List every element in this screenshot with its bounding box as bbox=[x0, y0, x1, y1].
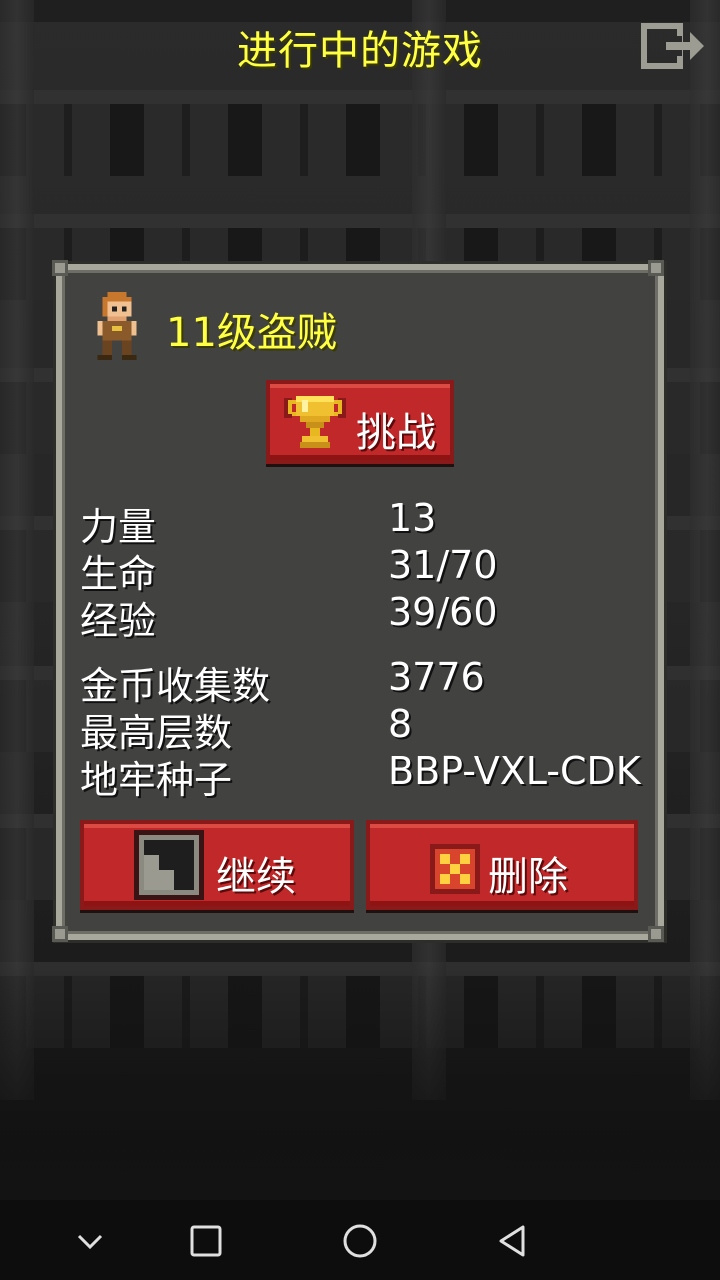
stat-label-experience: 经验 bbox=[80, 599, 157, 643]
back-triangle-icon bbox=[499, 1225, 525, 1257]
nav-collapse-button[interactable] bbox=[65, 1216, 115, 1266]
panel-corner bbox=[52, 926, 68, 942]
stat-label-dungeon-seed: 地牢种子 bbox=[80, 758, 233, 802]
stat-value-max-depth: 8 bbox=[388, 702, 413, 746]
game-screen: 进行中的游戏 11级盗贼 挑战 力量 13 生命 31/70 经验 39/60 … bbox=[0, 0, 720, 1280]
trophy-icon bbox=[284, 396, 346, 448]
wall-decoration bbox=[0, 90, 720, 176]
page-title: 进行中的游戏 bbox=[237, 28, 483, 74]
continue-label: 继续 bbox=[216, 854, 296, 900]
recents-square-icon bbox=[190, 1225, 222, 1257]
panel-corner bbox=[648, 926, 664, 942]
chevron-down-icon bbox=[77, 1234, 103, 1250]
wall-pillar bbox=[0, 0, 34, 1100]
panel-corner bbox=[52, 260, 68, 276]
nav-home-button[interactable] bbox=[335, 1216, 385, 1266]
home-circle-icon bbox=[343, 1224, 377, 1258]
stat-value-gold: 3776 bbox=[388, 655, 485, 699]
stat-value-experience: 39/60 bbox=[388, 590, 498, 634]
hero-class-level: 11级盗贼 bbox=[166, 310, 337, 356]
stat-value-dungeon-seed: BBP-VXL-CDK bbox=[388, 749, 641, 793]
delete-label: 删除 bbox=[488, 854, 568, 900]
close-x-icon bbox=[430, 844, 480, 894]
challenge-label: 挑战 bbox=[356, 410, 436, 456]
stat-value-strength: 13 bbox=[388, 496, 437, 540]
panel-corner bbox=[648, 260, 664, 276]
system-nav-bar bbox=[0, 1200, 720, 1280]
challenge-button[interactable]: 挑战 bbox=[266, 380, 454, 464]
stat-value-health: 31/70 bbox=[388, 543, 498, 587]
stairs-icon bbox=[134, 830, 204, 900]
exit-door-icon bbox=[641, 23, 704, 69]
nav-back-button[interactable] bbox=[488, 1216, 538, 1266]
wall-pillar bbox=[690, 0, 720, 1100]
rogue-hero-sprite-icon bbox=[92, 292, 142, 360]
exit-button[interactable] bbox=[640, 22, 706, 70]
continue-button[interactable]: 继续 bbox=[80, 820, 354, 910]
nav-recents-button[interactable] bbox=[181, 1216, 231, 1266]
delete-button[interactable]: 删除 bbox=[366, 820, 638, 910]
